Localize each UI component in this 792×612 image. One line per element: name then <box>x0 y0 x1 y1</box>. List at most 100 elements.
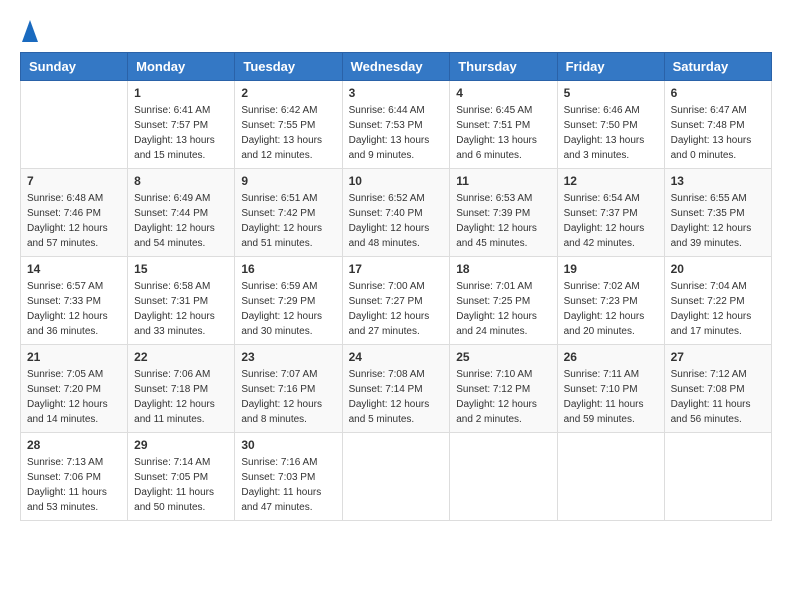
day-number: 20 <box>671 262 765 276</box>
day-info: Sunrise: 7:11 AM Sunset: 7:10 PM Dayligh… <box>564 367 658 427</box>
day-info: Sunrise: 6:55 AM Sunset: 7:35 PM Dayligh… <box>671 191 765 251</box>
day-number: 28 <box>27 438 121 452</box>
calendar-cell: 25 Sunrise: 7:10 AM Sunset: 7:12 PM Dayli… <box>450 345 557 433</box>
day-number: 16 <box>241 262 335 276</box>
calendar-week-row: 7Sunrise: 6:48 AM Sunset: 7:46 PM Daylig… <box>21 169 772 257</box>
day-number: 21 <box>27 350 121 364</box>
calendar-cell <box>342 433 450 521</box>
day-info: Sunrise: 6:46 AM Sunset: 7:50 PM Dayligh… <box>564 103 658 163</box>
day-info: Sunrise: 7:12 AM Sunset: 7:08 PM Dayligh… <box>671 367 765 427</box>
day-number: 9 <box>241 174 335 188</box>
day-number: 6 <box>671 86 765 100</box>
calendar-cell: 11 Sunrise: 6:53 AM Sunset: 7:39 PM Dayli… <box>450 169 557 257</box>
day-info: Sunrise: 7:16 AM Sunset: 7:03 PM Dayligh… <box>241 455 335 515</box>
day-number: 3 <box>349 86 444 100</box>
day-number: 2 <box>241 86 335 100</box>
day-number: 8 <box>134 174 228 188</box>
day-number: 18 <box>456 262 550 276</box>
calendar-cell: 21 Sunrise: 7:05 AM Sunset: 7:20 PM Dayli… <box>21 345 128 433</box>
day-info: Sunrise: 7:10 AM Sunset: 7:12 PM Dayligh… <box>456 367 550 427</box>
calendar-cell: 22 Sunrise: 7:06 AM Sunset: 7:18 PM Dayli… <box>128 345 235 433</box>
calendar-table: SundayMondayTuesdayWednesdayThursdayFrid… <box>20 52 772 521</box>
calendar-cell: 10 Sunrise: 6:52 AM Sunset: 7:40 PM Dayli… <box>342 169 450 257</box>
day-info: Sunrise: 6:57 AM Sunset: 7:33 PM Dayligh… <box>27 279 121 339</box>
day-info: Sunrise: 6:52 AM Sunset: 7:40 PM Dayligh… <box>349 191 444 251</box>
day-info: Sunrise: 7:06 AM Sunset: 7:18 PM Dayligh… <box>134 367 228 427</box>
calendar-week-row: 1 Sunrise: 6:41 AM Sunset: 7:57 PM Daylig… <box>21 81 772 169</box>
day-number: 15 <box>134 262 228 276</box>
calendar-cell <box>664 433 771 521</box>
day-number: 30 <box>241 438 335 452</box>
calendar-cell: 5 Sunrise: 6:46 AM Sunset: 7:50 PM Daylig… <box>557 81 664 169</box>
day-number: 10 <box>349 174 444 188</box>
calendar-cell: 15 Sunrise: 6:58 AM Sunset: 7:31 PM Dayli… <box>128 257 235 345</box>
day-number: 5 <box>564 86 658 100</box>
header-sunday: Sunday <box>21 53 128 81</box>
day-info: Sunrise: 6:53 AM Sunset: 7:39 PM Dayligh… <box>456 191 550 251</box>
day-number: 22 <box>134 350 228 364</box>
calendar-cell <box>21 81 128 169</box>
calendar-cell: 20 Sunrise: 7:04 AM Sunset: 7:22 PM Dayli… <box>664 257 771 345</box>
day-info: Sunrise: 6:51 AM Sunset: 7:42 PM Dayligh… <box>241 191 335 251</box>
day-info: Sunrise: 6:58 AM Sunset: 7:31 PM Dayligh… <box>134 279 228 339</box>
day-info: Sunrise: 7:08 AM Sunset: 7:14 PM Dayligh… <box>349 367 444 427</box>
day-info: Sunrise: 7:00 AM Sunset: 7:27 PM Dayligh… <box>349 279 444 339</box>
calendar-cell <box>557 433 664 521</box>
header <box>20 20 772 42</box>
calendar-cell: 17 Sunrise: 7:00 AM Sunset: 7:27 PM Dayli… <box>342 257 450 345</box>
day-number: 11 <box>456 174 550 188</box>
calendar-cell: 9 Sunrise: 6:51 AM Sunset: 7:42 PM Daylig… <box>235 169 342 257</box>
calendar-week-row: 28 Sunrise: 7:13 AM Sunset: 7:06 PM Dayli… <box>21 433 772 521</box>
calendar-cell: 3Sunrise: 6:44 AM Sunset: 7:53 PM Daylig… <box>342 81 450 169</box>
day-info: Sunrise: 7:13 AM Sunset: 7:06 PM Dayligh… <box>27 455 121 515</box>
day-info: Sunrise: 6:45 AM Sunset: 7:51 PM Dayligh… <box>456 103 550 163</box>
calendar-cell: 30 Sunrise: 7:16 AM Sunset: 7:03 PM Dayli… <box>235 433 342 521</box>
calendar-cell: 1 Sunrise: 6:41 AM Sunset: 7:57 PM Daylig… <box>128 81 235 169</box>
day-number: 13 <box>671 174 765 188</box>
day-number: 26 <box>564 350 658 364</box>
day-number: 14 <box>27 262 121 276</box>
calendar-cell: 19 Sunrise: 7:02 AM Sunset: 7:23 PM Dayli… <box>557 257 664 345</box>
header-saturday: Saturday <box>664 53 771 81</box>
calendar-cell: 4Sunrise: 6:45 AM Sunset: 7:51 PM Daylig… <box>450 81 557 169</box>
calendar-week-row: 21 Sunrise: 7:05 AM Sunset: 7:20 PM Dayli… <box>21 345 772 433</box>
day-info: Sunrise: 6:41 AM Sunset: 7:57 PM Dayligh… <box>134 103 228 163</box>
calendar-header-row: SundayMondayTuesdayWednesdayThursdayFrid… <box>21 53 772 81</box>
header-tuesday: Tuesday <box>235 53 342 81</box>
calendar-cell: 29 Sunrise: 7:14 AM Sunset: 7:05 PM Dayli… <box>128 433 235 521</box>
day-info: Sunrise: 7:05 AM Sunset: 7:20 PM Dayligh… <box>27 367 121 427</box>
day-info: Sunrise: 7:04 AM Sunset: 7:22 PM Dayligh… <box>671 279 765 339</box>
logo-triangle-icon <box>22 20 38 42</box>
calendar-cell: 27 Sunrise: 7:12 AM Sunset: 7:08 PM Dayli… <box>664 345 771 433</box>
day-number: 25 <box>456 350 550 364</box>
calendar-cell: 8 Sunrise: 6:49 AM Sunset: 7:44 PM Daylig… <box>128 169 235 257</box>
day-info: Sunrise: 6:48 AM Sunset: 7:46 PM Dayligh… <box>27 191 121 251</box>
calendar-cell: 16 Sunrise: 6:59 AM Sunset: 7:29 PM Dayli… <box>235 257 342 345</box>
calendar-cell: 12 Sunrise: 6:54 AM Sunset: 7:37 PM Dayli… <box>557 169 664 257</box>
calendar-cell: 13 Sunrise: 6:55 AM Sunset: 7:35 PM Dayli… <box>664 169 771 257</box>
calendar-cell: 28 Sunrise: 7:13 AM Sunset: 7:06 PM Dayli… <box>21 433 128 521</box>
header-thursday: Thursday <box>450 53 557 81</box>
day-info: Sunrise: 7:02 AM Sunset: 7:23 PM Dayligh… <box>564 279 658 339</box>
day-number: 19 <box>564 262 658 276</box>
day-info: Sunrise: 6:54 AM Sunset: 7:37 PM Dayligh… <box>564 191 658 251</box>
calendar-cell: 23Sunrise: 7:07 AM Sunset: 7:16 PM Dayli… <box>235 345 342 433</box>
day-number: 17 <box>349 262 444 276</box>
calendar-cell: 26 Sunrise: 7:11 AM Sunset: 7:10 PM Dayli… <box>557 345 664 433</box>
day-number: 29 <box>134 438 228 452</box>
day-info: Sunrise: 7:07 AM Sunset: 7:16 PM Dayligh… <box>241 367 335 427</box>
calendar-cell: 14 Sunrise: 6:57 AM Sunset: 7:33 PM Dayli… <box>21 257 128 345</box>
calendar-cell: 2 Sunrise: 6:42 AM Sunset: 7:55 PM Daylig… <box>235 81 342 169</box>
day-info: Sunrise: 6:49 AM Sunset: 7:44 PM Dayligh… <box>134 191 228 251</box>
day-info: Sunrise: 6:59 AM Sunset: 7:29 PM Dayligh… <box>241 279 335 339</box>
day-number: 27 <box>671 350 765 364</box>
day-number: 1 <box>134 86 228 100</box>
header-monday: Monday <box>128 53 235 81</box>
day-info: Sunrise: 7:14 AM Sunset: 7:05 PM Dayligh… <box>134 455 228 515</box>
calendar-week-row: 14 Sunrise: 6:57 AM Sunset: 7:33 PM Dayli… <box>21 257 772 345</box>
logo <box>20 20 38 42</box>
day-number: 12 <box>564 174 658 188</box>
day-info: Sunrise: 7:01 AM Sunset: 7:25 PM Dayligh… <box>456 279 550 339</box>
header-wednesday: Wednesday <box>342 53 450 81</box>
day-info: Sunrise: 6:42 AM Sunset: 7:55 PM Dayligh… <box>241 103 335 163</box>
